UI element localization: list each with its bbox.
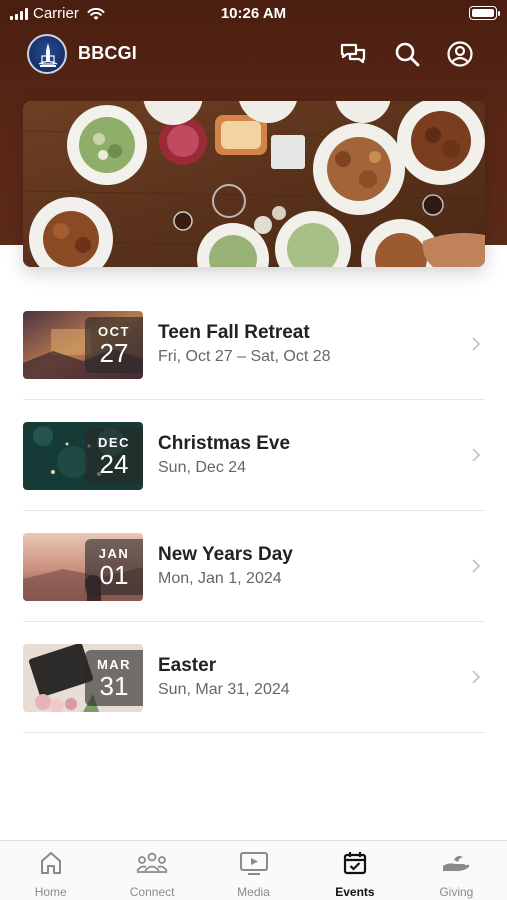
- chevron-right-icon: [472, 670, 481, 684]
- people-icon: [136, 852, 168, 873]
- status-bar: Carrier 10:26 AM: [0, 0, 507, 28]
- chevron-right-icon: [472, 559, 481, 573]
- event-thumbnail: MAR 31: [23, 644, 143, 712]
- event-date: Mon, Jan 1, 2024: [158, 570, 282, 587]
- events-list: OCT 27 Teen Fall Retreat Fri, Oct 27 – S…: [23, 289, 485, 733]
- hero-image: [23, 101, 485, 267]
- tab-home[interactable]: Home: [0, 841, 101, 900]
- app-title: BBCGI: [78, 43, 137, 63]
- event-date: Sun, Dec 24: [158, 459, 247, 476]
- media-icon: [239, 852, 268, 875]
- tab-events[interactable]: Events: [304, 841, 405, 900]
- date-month: OCT: [98, 324, 130, 339]
- event-thumbnail: DEC 24: [23, 422, 143, 490]
- date-badge: DEC 24: [85, 428, 143, 484]
- event-title: Teen Fall Retreat: [158, 322, 310, 343]
- steeple-icon: [38, 43, 58, 67]
- date-badge: JAN 01: [85, 539, 143, 595]
- chevron-right-icon: [472, 448, 481, 462]
- event-thumbnail: JAN 01: [23, 533, 143, 601]
- church-logo[interactable]: [27, 34, 67, 74]
- event-thumbnail: OCT 27: [23, 311, 143, 379]
- event-row-teen-fall-retreat[interactable]: OCT 27 Teen Fall Retreat Fri, Oct 27 – S…: [23, 289, 485, 400]
- home-icon: [40, 852, 61, 874]
- date-badge: MAR 31: [85, 650, 143, 706]
- date-month: DEC: [98, 435, 130, 450]
- tab-giving[interactable]: Giving: [406, 841, 507, 900]
- search-icon[interactable]: [393, 40, 421, 68]
- event-row-new-years-day[interactable]: JAN 01 New Years Day Mon, Jan 1, 2024: [23, 511, 485, 622]
- food-table-illustration: [23, 101, 485, 267]
- date-day: 27: [99, 338, 129, 368]
- event-row-christmas-eve[interactable]: DEC 24 Christmas Eve Sun, Dec 24: [23, 400, 485, 511]
- event-title: Easter: [158, 655, 217, 676]
- tab-label: Media: [237, 885, 270, 899]
- date-day: 01: [99, 560, 129, 590]
- chat-icon[interactable]: [339, 40, 367, 68]
- calendar-icon: [343, 852, 367, 875]
- battery-icon: [469, 6, 500, 20]
- app-bar: BBCGI: [0, 32, 507, 76]
- tab-media[interactable]: Media: [203, 841, 304, 900]
- event-date-range: Fri, Oct 27 – Sat, Oct 28: [158, 348, 331, 365]
- date-day: 24: [99, 449, 129, 479]
- date-month: JAN: [98, 546, 130, 561]
- tab-label: Home: [34, 885, 67, 899]
- event-date: Sun, Mar 31, 2024: [158, 681, 290, 698]
- event-title: Christmas Eve: [158, 433, 291, 454]
- chevron-right-icon: [472, 337, 481, 351]
- bottom-tab-bar: Home Connect Media Events Giving: [0, 840, 507, 900]
- date-month: MAR: [96, 657, 132, 672]
- date-badge: OCT 27: [85, 317, 143, 373]
- giving-hand-icon: [443, 856, 470, 872]
- status-time: 10:26 AM: [220, 5, 287, 22]
- tab-label: Events: [335, 885, 375, 899]
- event-row-easter[interactable]: MAR 31 Easter Sun, Mar 31, 2024: [23, 622, 485, 733]
- tab-label: Giving: [439, 885, 474, 899]
- tab-label: Connect: [129, 885, 175, 899]
- profile-icon[interactable]: [446, 40, 474, 68]
- event-title: New Years Day: [158, 544, 293, 565]
- tab-connect[interactable]: Connect: [101, 841, 202, 900]
- date-day: 31: [99, 671, 129, 701]
